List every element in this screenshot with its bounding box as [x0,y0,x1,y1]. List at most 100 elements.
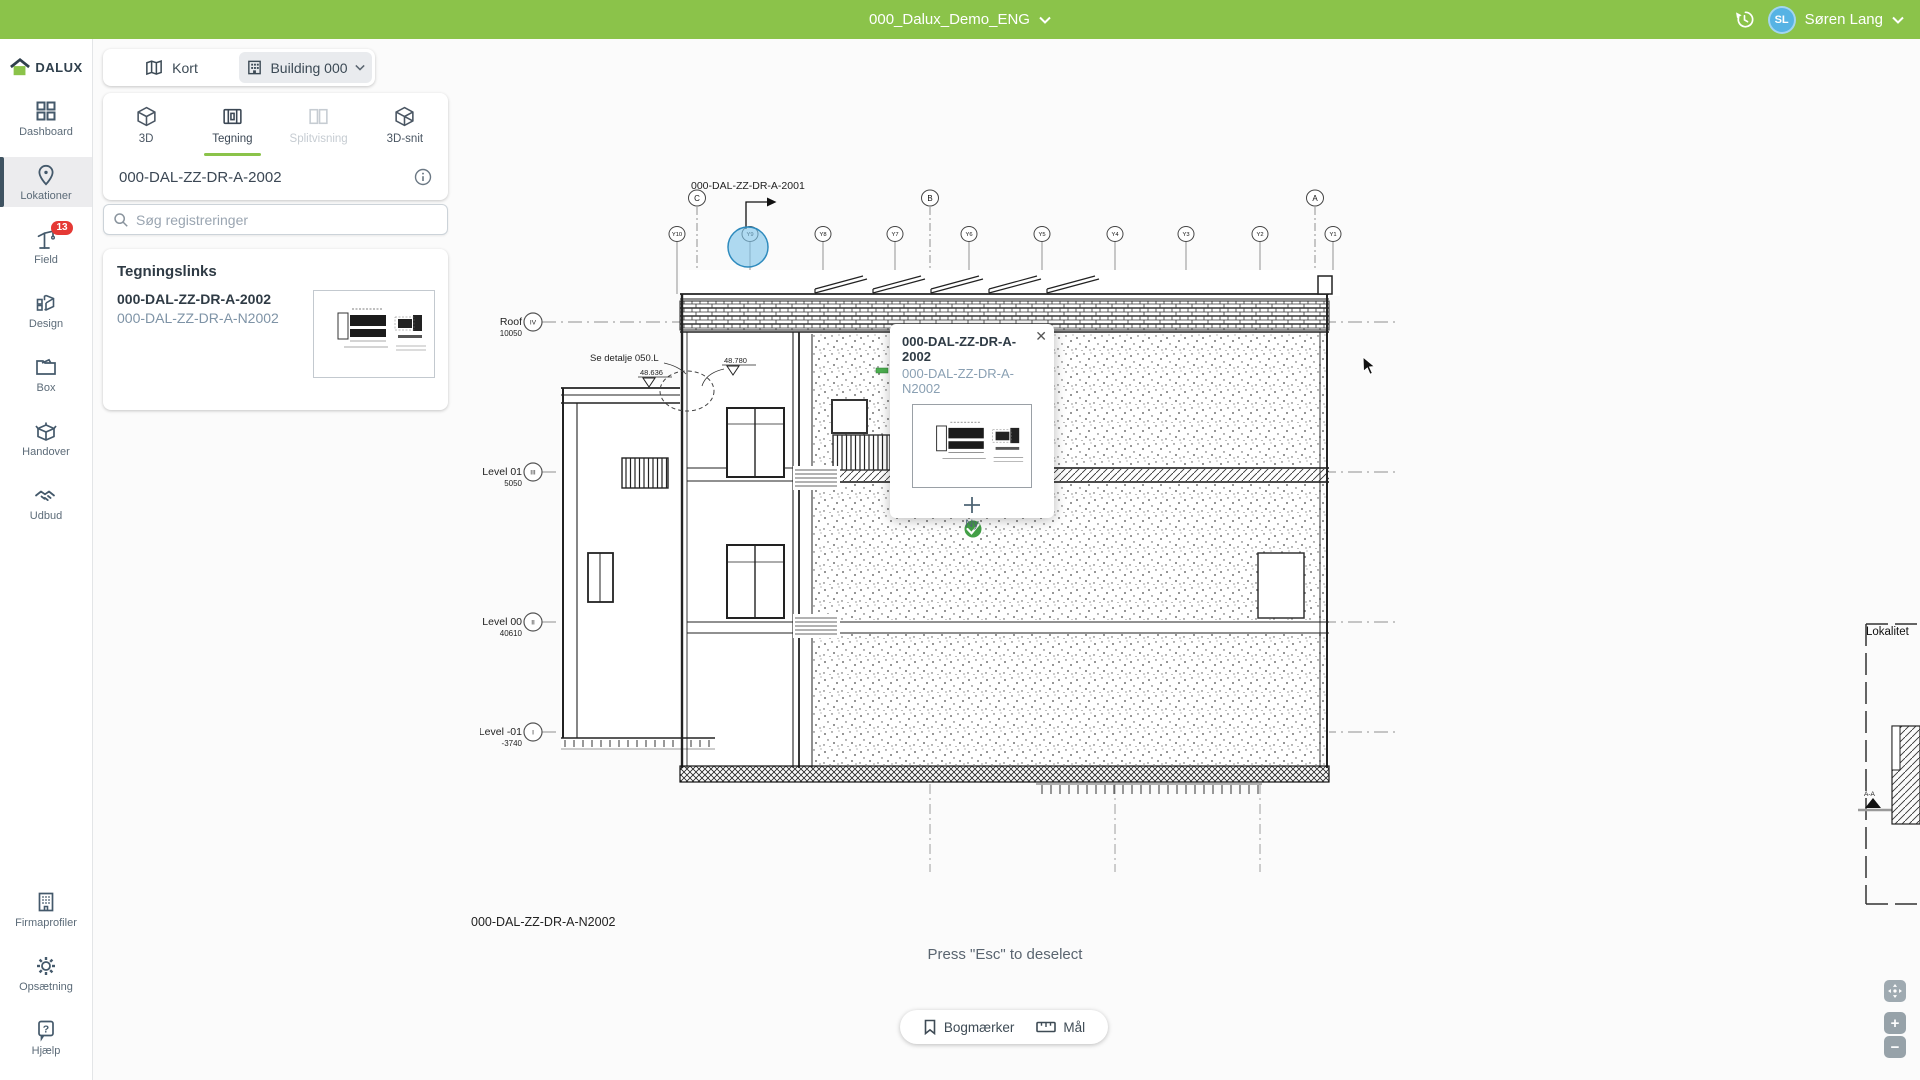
link-item-title: 000-DAL-ZZ-DR-A-2002 [117,290,279,309]
new-label[interactable]: Ny [902,518,1042,530]
svg-text:Level 00: Level 00 [482,616,522,628]
tab-3d-snit[interactable]: 3D-snit [362,101,448,155]
bookmark-icon [923,1019,937,1035]
link-item-subtitle: 000-DAL-ZZ-DR-A-N2002 [117,309,279,328]
svg-text:000-DAL-ZZ-DR-A-2001: 000-DAL-ZZ-DR-A-2001 [691,180,805,192]
field-badge: 13 [51,221,73,235]
sidebar-item-design[interactable]: Design [0,285,92,335]
concrete-walls [793,294,1329,768]
drawing-code: 000-DAL-ZZ-DR-A-2002 [119,169,282,186]
svg-text:II: II [531,620,535,627]
company-building-icon [34,890,58,914]
info-icon[interactable] [414,168,432,186]
close-icon[interactable]: ✕ [1035,328,1047,345]
view-tabs-card: 3D Tegning Splitvisning 3D-snit 000-DAL-… [103,93,448,200]
building-selector[interactable]: Building 000 [239,52,372,83]
drawing-icon [221,105,244,128]
svg-text:Y10: Y10 [672,232,682,238]
map-view-button[interactable]: Kort [103,49,239,86]
design-cube-icon [34,291,58,315]
folder-icon [34,355,58,379]
sidebar-item-lokationer[interactable]: Lokationer [0,157,92,207]
dalux-logo: DALUX [0,53,92,81]
search-input[interactable] [136,212,438,228]
selected-link-marker[interactable] [728,227,768,267]
svg-text:B: B [927,194,932,203]
sidebar-item-hjaelp[interactable]: ? Hjælp [0,1012,92,1062]
sidebar-item-firmaprofiler[interactable]: Firmaprofiler [0,884,92,934]
zoom-in-button[interactable]: + [1884,1012,1906,1034]
sidebar-item-opsaetning[interactable]: Opsætning [0,948,92,998]
handshake-icon [34,483,58,507]
svg-text:Y6: Y6 [965,232,972,238]
dashboard-icon [34,99,58,123]
split-view-icon [307,105,330,128]
svg-text:Level 01: Level 01 [482,466,522,478]
links-title: Tegningslinks [117,263,448,280]
svg-text:Se detalje 050.L: Se detalje 050.L [590,353,659,364]
svg-text:10050: 10050 [500,329,523,338]
plus-icon [962,495,982,515]
sidebar-item-handover[interactable]: Handover [0,413,92,463]
search-field[interactable] [103,204,448,235]
sidebar-item-box[interactable]: Box [0,349,92,399]
user-menu[interactable]: SL Søren Lang [1768,6,1904,34]
chevron-down-icon [355,64,365,71]
crane-icon: 13 [34,227,58,251]
drawing-link-item[interactable]: 000-DAL-ZZ-DR-A-2002 000-DAL-ZZ-DR-A-N20… [103,290,448,378]
foundation [680,766,1329,872]
search-icon [113,212,129,228]
bookmarks-button[interactable]: Bogmærker [923,1019,1015,1035]
chevron-down-icon [1892,16,1904,24]
history-icon[interactable] [1733,8,1756,31]
svg-text:40610: 40610 [500,629,523,638]
building-selector-label: Building 000 [270,60,347,76]
sidebar-item-field[interactable]: 13 Field [0,221,92,271]
sidebar-item-udbud[interactable]: Udbud [0,477,92,527]
measure-button[interactable]: Mål [1036,1020,1085,1035]
lokalitet-label: Lokalitet [1866,626,1916,639]
pan-button[interactable] [1884,980,1906,1002]
svg-text:Y7: Y7 [891,232,898,238]
map-pin-icon [34,163,58,187]
open-box-icon [34,419,58,443]
building-icon [246,59,263,76]
avatar: SL [1768,6,1796,34]
help-icon: ? [34,1018,58,1042]
tab-tegning[interactable]: Tegning [189,101,275,155]
svg-text:5050: 5050 [504,479,522,488]
project-selector[interactable]: 000_Dalux_Demo_ENG [869,11,1051,28]
dalux-house-icon [9,57,31,77]
drawing-thumbnail[interactable] [313,290,435,378]
tab-splitvisning: Splitvisning [276,101,362,155]
section-drawing: IV Roof 10050 III Level 01 5050 II Level… [480,172,1400,947]
gear-icon [34,954,58,978]
svg-text:Roof: Roof [500,316,522,328]
bottom-toolbar: Bogmærker Mål [900,1010,1108,1044]
svg-text:Level -01: Level -01 [480,726,522,738]
svg-text:-3740: -3740 [502,739,523,748]
svg-text:I: I [532,730,534,737]
cube-section-icon [393,105,416,128]
svg-text:48.780: 48.780 [724,356,747,365]
esc-hint: Press "Esc" to deselect [800,946,1210,963]
svg-text:A: A [1312,194,1318,203]
sheet-corner-lokalitet: A-A [1856,618,1920,910]
svg-text:III: III [530,470,536,477]
level-labels: IV Roof 10050 III Level 01 5050 II Level… [480,313,542,748]
popup-subtitle: 000-DAL-ZZ-DR-A-N2002 [902,366,1042,396]
drawing-links-card: Tegningslinks 000-DAL-ZZ-DR-A-2002 000-D… [103,249,448,410]
ruler-icon [1036,1020,1056,1034]
svg-text:Y2: Y2 [1256,232,1263,238]
popup-drawing-thumbnail[interactable] [912,404,1032,488]
zoom-out-button[interactable]: − [1884,1036,1906,1058]
sidebar-item-dashboard[interactable]: Dashboard [0,93,92,143]
wall-status-marker [876,368,888,373]
drawing-link-flag[interactable]: 000-DAL-ZZ-DR-A-2001 [691,180,805,229]
tab-3d[interactable]: 3D [103,101,189,155]
pan-icon [1886,982,1904,1000]
svg-text:IV: IV [530,320,537,327]
add-new-button[interactable] [902,495,1042,515]
user-name: Søren Lang [1805,11,1883,28]
map-icon [144,58,164,77]
